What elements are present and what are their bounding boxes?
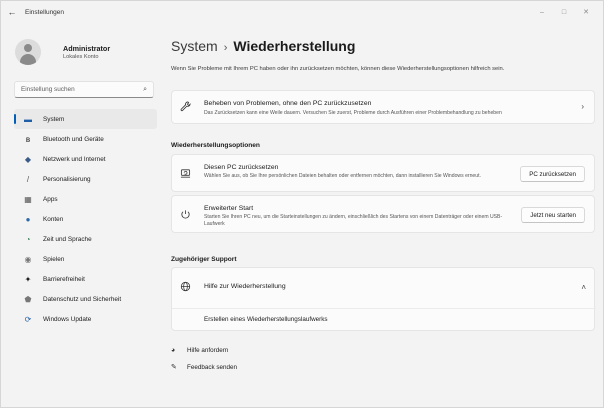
user-profile[interactable]: Administrator Lokales Konto: [15, 39, 110, 65]
chevron-right-icon[interactable]: ›: [581, 102, 584, 111]
close-icon: ✕: [583, 9, 589, 16]
sidebar-nav: ▬ System ʙ Bluetooth und Geräte ◆ Netzwerk un…: [14, 109, 157, 329]
breadcrumb-system[interactable]: System: [171, 38, 218, 54]
sidebar-item-netzwerk-und-internet[interactable]: ◆ Netzwerk und Internet: [14, 149, 157, 169]
avatar-body-icon: [20, 54, 36, 65]
sidebar: Administrator Lokales Konto ⌕ ▬ System ʙ Bl…: [1, 23, 161, 407]
shield-icon: ⬟: [24, 294, 32, 304]
get-help-link[interactable]: ◕ Hilfe anfordern: [171, 347, 228, 354]
reset-pc-card: Diesen PC zurücksetzen Wählen Sie aus, o…: [171, 154, 595, 192]
fix-problems-title: Beheben von Problemen, ohne den PC zurüc…: [204, 100, 372, 107]
sidebar-item-label: Apps: [43, 195, 58, 203]
profile-name: Administrator: [63, 44, 111, 53]
reset-pc-button[interactable]: PC zurücksetzen: [520, 166, 585, 182]
sidebar-item-label: Datenschutz und Sicherheit: [43, 295, 122, 303]
settings-window: ← Einstellungen – □ ✕ Administrator Loka…: [0, 0, 604, 408]
send-feedback-link[interactable]: ✎ Feedback senden: [171, 363, 238, 372]
accounts-icon: ●: [25, 214, 31, 224]
advanced-startup-title: Erweiterter Start: [204, 205, 254, 212]
sidebar-item-apps[interactable]: ▦ Apps: [14, 189, 157, 209]
bluetooth-icon: ʙ: [25, 134, 31, 144]
sidebar-item-label: Konten: [43, 215, 64, 223]
app-title: Einstellungen: [25, 8, 65, 16]
accessibility-icon: ✦: [24, 274, 32, 284]
window-controls: – □ ✕: [531, 1, 597, 23]
search-input[interactable]: [21, 86, 144, 93]
wifi-icon: ◆: [24, 154, 32, 164]
sidebar-item-label: Bluetooth und Geräte: [43, 135, 104, 143]
title-bar: ← Einstellungen – □ ✕: [1, 1, 603, 23]
related-support-header: Zugehöriger Support: [171, 256, 237, 263]
page-title: System › Wiederherstellung: [171, 38, 355, 54]
feedback-icon: ✎: [171, 364, 177, 371]
avatar-head-icon: [24, 44, 32, 52]
search-box[interactable]: ⌕: [14, 81, 154, 98]
reset-pc-icon: [180, 168, 191, 182]
page-intro: Wenn Sie Probleme mit Ihrem PC haben ode…: [171, 66, 505, 72]
recovery-help-card: Hilfe zur Wiederherstellung ˄ Erstellen …: [171, 267, 596, 331]
maximize-icon: □: [561, 8, 567, 16]
update-icon: ⟳: [24, 314, 32, 324]
brush-icon: /: [26, 174, 30, 184]
sidebar-item-label: Windows Update: [43, 315, 92, 323]
recovery-drive-row: Erstellen eines Wiederherstellungslaufwe…: [172, 308, 596, 330]
wrench-icon: [180, 101, 191, 115]
sidebar-item-label: Spielen: [43, 255, 65, 263]
create-recovery-drive-link[interactable]: Erstellen eines Wiederherstellungslaufwe…: [204, 316, 328, 323]
sidebar-item-personalisierung[interactable]: / Personalisierung: [14, 169, 157, 189]
sidebar-item-label: Zeit und Sprache: [43, 235, 92, 243]
breadcrumb-current: Wiederherstellung: [233, 38, 356, 54]
back-arrow-icon: ←: [7, 7, 17, 17]
sidebar-item-zeit-und-sprache[interactable]: ◔ Zeit und Sprache: [14, 229, 157, 249]
maximize-button[interactable]: □: [553, 1, 575, 23]
reset-pc-title: Diesen PC zurücksetzen: [204, 164, 279, 171]
search-icon[interactable]: ⌕: [143, 86, 147, 94]
sidebar-item-spielen[interactable]: ◉ Spielen: [14, 249, 157, 269]
sidebar-item-windows-update[interactable]: ⟳ Windows Update: [14, 309, 157, 329]
advanced-startup-description: Starten Sie Ihren PC neu, um die Startei…: [204, 214, 503, 227]
gamepad-icon: ◉: [24, 254, 32, 264]
back-button[interactable]: ←: [1, 1, 23, 23]
breadcrumb-separator: ›: [223, 42, 228, 54]
sidebar-item-konten[interactable]: ● Konten: [14, 209, 157, 229]
help-icon: ◕: [171, 347, 176, 354]
restart-now-button[interactable]: Jetzt neu starten: [521, 207, 585, 223]
apps-icon: ▦: [24, 194, 32, 204]
sidebar-item-barrierefreiheit[interactable]: ✦ Barrierefreiheit: [14, 269, 157, 289]
system-icon: ▬: [24, 114, 32, 124]
get-help-label: Hilfe anfordern: [187, 347, 229, 354]
globe-icon: [180, 281, 191, 295]
fix-problems-description: Das Zurücksetzen kann eine Weile dauern.…: [204, 110, 502, 116]
avatar: [15, 39, 41, 65]
sidebar-item-datenschutz-und-sicherheit[interactable]: ⬟ Datenschutz und Sicherheit: [14, 289, 157, 309]
globe-clock-icon: ◔: [25, 234, 31, 244]
advanced-startup-card: Erweiterter Start Starten Sie Ihren PC n…: [171, 195, 595, 233]
close-button[interactable]: ✕: [575, 1, 597, 23]
sidebar-item-system[interactable]: ▬ System: [14, 109, 157, 129]
reset-pc-description: Wählen Sie aus, ob Sie Ihre persönlichen…: [204, 173, 481, 179]
chevron-up-icon[interactable]: ˄: [581, 283, 586, 292]
sidebar-item-label: Personalisierung: [43, 175, 91, 183]
profile-account-type: Lokales Konto: [63, 54, 99, 60]
sidebar-item-bluetooth-und-geräte[interactable]: ʙ Bluetooth und Geräte: [14, 129, 157, 149]
sidebar-item-label: Barrierefreiheit: [43, 275, 85, 283]
main-content: System › Wiederherstellung Wenn Sie Proble…: [171, 23, 596, 407]
recovery-options-header: Wiederherstellungsoptionen: [171, 142, 260, 149]
profile-text: Administrator Lokales Konto: [63, 44, 110, 60]
recovery-help-title: Hilfe zur Wiederherstellung: [204, 283, 286, 290]
sidebar-item-label: System: [43, 115, 65, 123]
sidebar-item-label: Netzwerk und Internet: [43, 155, 106, 163]
fix-problems-card[interactable]: Beheben von Problemen, ohne den PC zurüc…: [171, 90, 595, 124]
minimize-icon: –: [540, 8, 544, 16]
recovery-help-header[interactable]: Hilfe zur Wiederherstellung ˄: [172, 268, 596, 308]
send-feedback-label: Feedback senden: [187, 363, 238, 371]
minimize-button[interactable]: –: [531, 1, 553, 23]
restart-icon: [180, 209, 191, 223]
